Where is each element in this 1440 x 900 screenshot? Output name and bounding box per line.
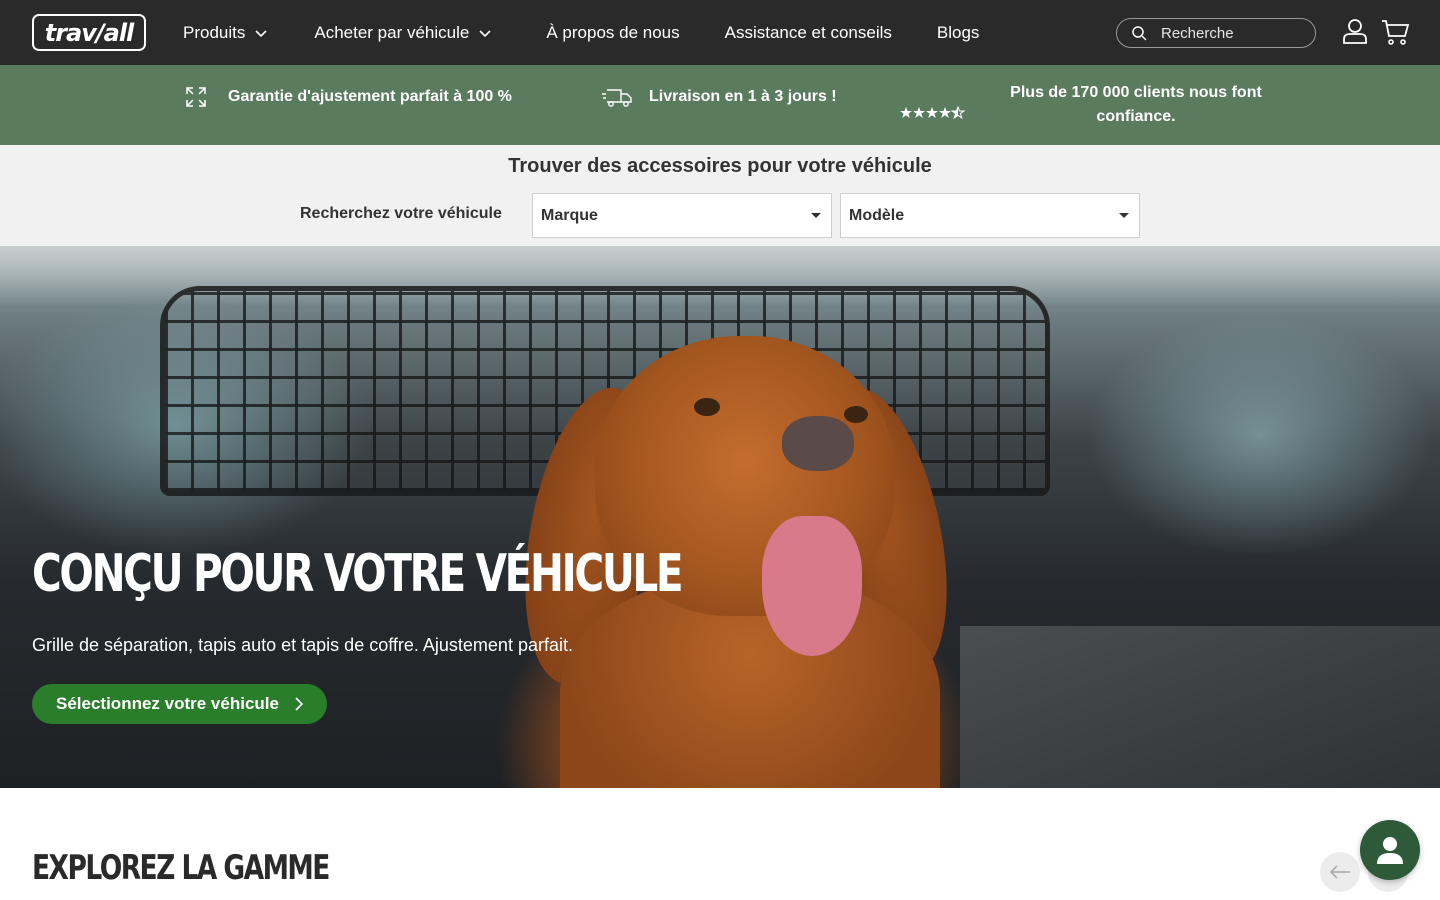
hero-subtitle: Grille de séparation, tapis auto et tapi… — [32, 635, 573, 655]
hero-image-dog-nose — [782, 416, 854, 471]
cta-label: Sélectionnez votre véhicule — [56, 694, 279, 713]
logo-text: trav/all — [44, 18, 135, 47]
section-title: EXPLOREZ LA GAMME — [32, 848, 330, 888]
make-select-value: Marque — [541, 206, 598, 224]
nav-item-acheter-par-vehicule[interactable]: Acheter par véhicule — [314, 23, 492, 43]
chevron-down-icon — [255, 29, 267, 37]
main-nav: Produits Acheter par véhicule À propos d… — [183, 0, 979, 65]
chevron-down-icon — [479, 29, 491, 37]
hero-image-dog-eye — [844, 406, 868, 423]
vehicle-finder: Trouver des accessoires pour votre véhic… — [0, 145, 1440, 246]
search-box[interactable] — [1116, 18, 1316, 48]
nav-item-produits[interactable]: Produits — [183, 23, 268, 43]
usp-perfect-fit: Garantie d'ajustement parfait à 100 % — [184, 85, 512, 109]
usp-text: Garantie d'ajustement parfait à 100 % — [228, 88, 512, 105]
nav-label: À propos de nous — [546, 22, 680, 42]
user-icon — [1377, 837, 1403, 864]
top-navigation-bar: trav/all Produits Acheter par véhicule À… — [0, 0, 1440, 65]
cart-icon[interactable] — [1380, 17, 1410, 47]
travall-logo[interactable]: trav/all — [32, 14, 146, 51]
make-select[interactable]: Marque — [532, 193, 832, 238]
select-vehicle-button[interactable]: Sélectionnez votre véhicule — [32, 684, 327, 724]
caret-down-icon — [1119, 213, 1129, 218]
nav-label: Assistance et conseils — [724, 22, 892, 42]
nav-item-assistance[interactable]: Assistance et conseils — [725, 23, 892, 43]
usp-delivery: Livraison en 1 à 3 jours ! — [601, 85, 837, 109]
usp-text: Livraison en 1 à 3 jours ! — [649, 88, 837, 105]
finder-title: Trouver des accessoires pour votre véhic… — [508, 155, 932, 177]
nav-item-blogs[interactable]: Blogs — [937, 23, 980, 43]
expand-arrows-icon — [186, 87, 206, 107]
nav-label: Produits — [183, 22, 246, 42]
usp-bar: Garantie d'ajustement parfait à 100 % Li… — [0, 65, 1440, 145]
usp-text: Plus de 170 000 clients nous font confia… — [1010, 84, 1262, 125]
nav-item-a-propos[interactable]: À propos de nous — [546, 23, 679, 43]
delivery-truck-icon — [602, 89, 632, 107]
model-select-value: Modèle — [849, 206, 905, 224]
nav-label: Blogs — [936, 22, 980, 42]
caret-down-icon — [811, 213, 821, 218]
chat-support-button[interactable] — [1360, 820, 1420, 880]
model-select[interactable]: Modèle — [840, 193, 1140, 238]
account-icon[interactable] — [1340, 17, 1370, 47]
usp-customers: Plus de 170 000 clients nous font confia… — [900, 81, 1281, 129]
search-icon — [1132, 26, 1147, 41]
arrow-left-icon — [1329, 865, 1350, 879]
nav-label: Acheter par véhicule — [314, 22, 470, 42]
hero-image-boot-floor — [960, 626, 1440, 788]
hero-image-dog-tongue — [762, 516, 862, 656]
carousel-prev-button[interactable] — [1320, 852, 1360, 892]
hero-banner: CONÇU POUR VOTRE VÉHICULE Grille de sépa… — [0, 246, 1440, 788]
search-input[interactable] — [1161, 24, 1301, 42]
hero-image-dog-eye — [694, 398, 720, 416]
chevron-right-icon — [295, 697, 304, 711]
hero-title: CONÇU POUR VOTRE VÉHICULE — [32, 544, 684, 604]
star-rating-icon — [900, 106, 966, 120]
finder-label: Recherchez votre véhicule — [300, 205, 502, 222]
